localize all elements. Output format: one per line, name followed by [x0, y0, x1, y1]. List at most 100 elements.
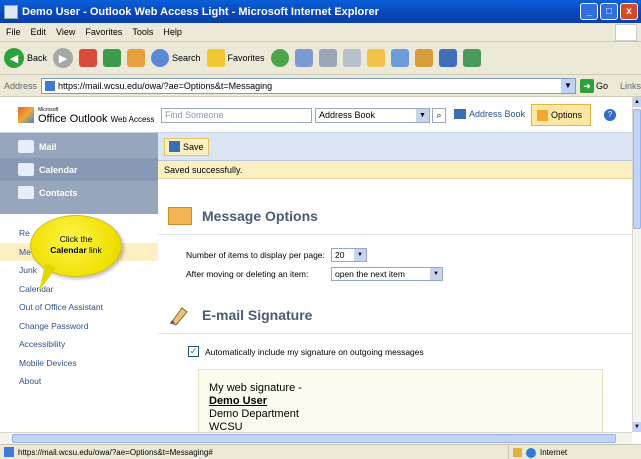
- window-controls: _ □ x: [580, 3, 638, 20]
- search-icon: [151, 49, 170, 67]
- mail-icon[interactable]: [294, 49, 313, 67]
- after-move-select[interactable]: open the next item ▼: [331, 267, 443, 281]
- bookmark-icon[interactable]: [438, 49, 457, 67]
- tutorial-callout: Click the Calendar link: [30, 215, 122, 294]
- menu-view[interactable]: View: [56, 27, 75, 37]
- search-button[interactable]: Search: [151, 49, 201, 67]
- address-book-select[interactable]: Address Book ▼: [315, 108, 430, 123]
- options-label: Options: [551, 110, 583, 120]
- refresh-icon[interactable]: [103, 49, 122, 67]
- auto-signature-checkbox[interactable]: ✓: [188, 346, 199, 357]
- links-label[interactable]: Links: [620, 81, 641, 91]
- save-toolbar: Save: [158, 133, 632, 161]
- nav-calendar[interactable]: Calendar: [0, 158, 158, 181]
- options-item-change-password[interactable]: Change Password: [0, 317, 158, 336]
- logo-text: Office Outlook: [38, 112, 108, 125]
- history-icon[interactable]: [270, 49, 289, 67]
- status-url: https://mail.wcsu.edu/owa/?ae=Options&t=…: [18, 447, 213, 457]
- options-item-out-of-office[interactable]: Out of Office Assistant: [0, 298, 158, 317]
- nav-contacts[interactable]: Contacts: [0, 181, 158, 204]
- left-navigation: Mail Calendar Contacts Re Me Junk Calend…: [0, 133, 158, 444]
- owa-logo: Microsoft Office Outlook Web Access: [18, 106, 154, 124]
- messenger-icon[interactable]: [390, 49, 409, 67]
- search-icon[interactable]: ⌕: [432, 108, 446, 123]
- address-book-icon: [454, 109, 466, 119]
- favorites-button[interactable]: Favorites: [206, 49, 265, 67]
- nav-mail-label: Mail: [39, 141, 57, 152]
- nav-contacts-label: Contacts: [39, 187, 78, 198]
- address-dropdown-icon[interactable]: ▼: [560, 78, 575, 93]
- window-title: Demo User - Outlook Web Access Light - M…: [22, 5, 379, 18]
- close-button[interactable]: x: [620, 3, 638, 20]
- status-bar: https://mail.wcsu.edu/owa/?ae=Options&t=…: [0, 444, 641, 459]
- after-move-label: After moving or deleting an item:: [186, 269, 309, 279]
- menu-help[interactable]: Help: [163, 27, 182, 37]
- page-icon: [45, 80, 56, 91]
- options-item-about[interactable]: About: [0, 372, 158, 391]
- nav-mail[interactable]: Mail: [0, 135, 158, 158]
- auto-signature-label: Automatically include my signature on ou…: [205, 346, 424, 357]
- pen-icon: [168, 304, 192, 326]
- scroll-up-icon[interactable]: ▲: [633, 97, 641, 107]
- home-icon[interactable]: [127, 49, 146, 67]
- vertical-scroll-thumb[interactable]: [633, 109, 641, 229]
- forward-button[interactable]: ▶: [53, 48, 74, 68]
- scroll-down-icon[interactable]: ▼: [633, 422, 641, 432]
- save-label: Save: [183, 141, 204, 152]
- nav-modules: Mail Calendar Contacts: [0, 133, 158, 214]
- find-someone-input[interactable]: Find Someone: [161, 108, 312, 123]
- horizontal-scrollbar[interactable]: [0, 432, 632, 444]
- window-title-bar: Demo User - Outlook Web Access Light - M…: [0, 0, 641, 23]
- address-url: https://mail.wcsu.edu/owa/?ae=Options&t=…: [58, 80, 273, 91]
- horizontal-scroll-thumb[interactable]: [12, 434, 616, 443]
- callout-bold: Calendar: [50, 245, 87, 255]
- callout-line1: Click the: [59, 234, 93, 244]
- menu-favorites[interactable]: Favorites: [85, 27, 122, 37]
- disk-icon: [169, 141, 180, 152]
- go-label: Go: [595, 80, 608, 91]
- research-icon[interactable]: [414, 49, 433, 67]
- folder-icon[interactable]: [366, 49, 385, 67]
- menu-edit[interactable]: Edit: [31, 27, 47, 37]
- links-icon[interactable]: [462, 49, 481, 67]
- options-item-mobile-devices[interactable]: Mobile Devices: [0, 354, 158, 373]
- after-move-value: open the next item: [335, 269, 405, 279]
- maximize-button[interactable]: □: [600, 3, 618, 20]
- options-content: Save Saved successfully. Message Options…: [158, 133, 632, 444]
- options-item-calendar[interactable]: Calendar: [0, 280, 158, 299]
- owa-header: Microsoft Office Outlook Web Access Find…: [0, 97, 632, 133]
- items-per-page-label: Number of items to display per page:: [186, 250, 325, 260]
- address-book-link[interactable]: Address Book: [454, 109, 525, 119]
- menu-bar: File Edit View Favorites Tools Help: [0, 23, 641, 42]
- ie-icon: [4, 4, 18, 19]
- browser-toolbar: ◀ Back ▶ Search Favorites: [0, 42, 641, 75]
- options-button[interactable]: Options: [531, 104, 591, 126]
- globe-icon: [526, 447, 536, 458]
- address-book-link-label: Address Book: [469, 109, 526, 119]
- edit-icon[interactable]: [342, 49, 361, 67]
- address-input[interactable]: https://mail.wcsu.edu/owa/?ae=Options&t=…: [41, 77, 576, 94]
- print-icon[interactable]: [318, 49, 337, 67]
- save-button[interactable]: Save: [164, 137, 209, 156]
- options-item-accessibility[interactable]: Accessibility: [0, 335, 158, 354]
- go-button[interactable]: ➜ Go: [579, 78, 608, 93]
- search-label: Search: [172, 53, 201, 63]
- address-bar: Address https://mail.wcsu.edu/owa/?ae=Op…: [0, 75, 641, 97]
- vertical-scrollbar[interactable]: ▲ ▼: [632, 97, 641, 432]
- envelope-icon: [168, 206, 192, 225]
- minimize-button[interactable]: _: [580, 3, 598, 20]
- address-label: Address: [4, 80, 38, 91]
- favorites-label: Favorites: [227, 53, 265, 63]
- back-button[interactable]: ◀ Back: [4, 48, 47, 68]
- lock-icon: [513, 448, 522, 457]
- menu-file[interactable]: File: [6, 27, 21, 37]
- stop-icon[interactable]: [79, 49, 98, 67]
- saved-message: Saved successfully.: [158, 161, 632, 179]
- help-icon[interactable]: ?: [604, 109, 616, 121]
- items-per-page-select[interactable]: 20 ▼: [331, 248, 367, 262]
- page-icon: [4, 447, 14, 457]
- go-arrow-icon: ➜: [579, 78, 594, 93]
- menu-tools[interactable]: Tools: [132, 27, 153, 37]
- contacts-icon: [18, 186, 34, 199]
- nav-calendar-label: Calendar: [39, 164, 78, 175]
